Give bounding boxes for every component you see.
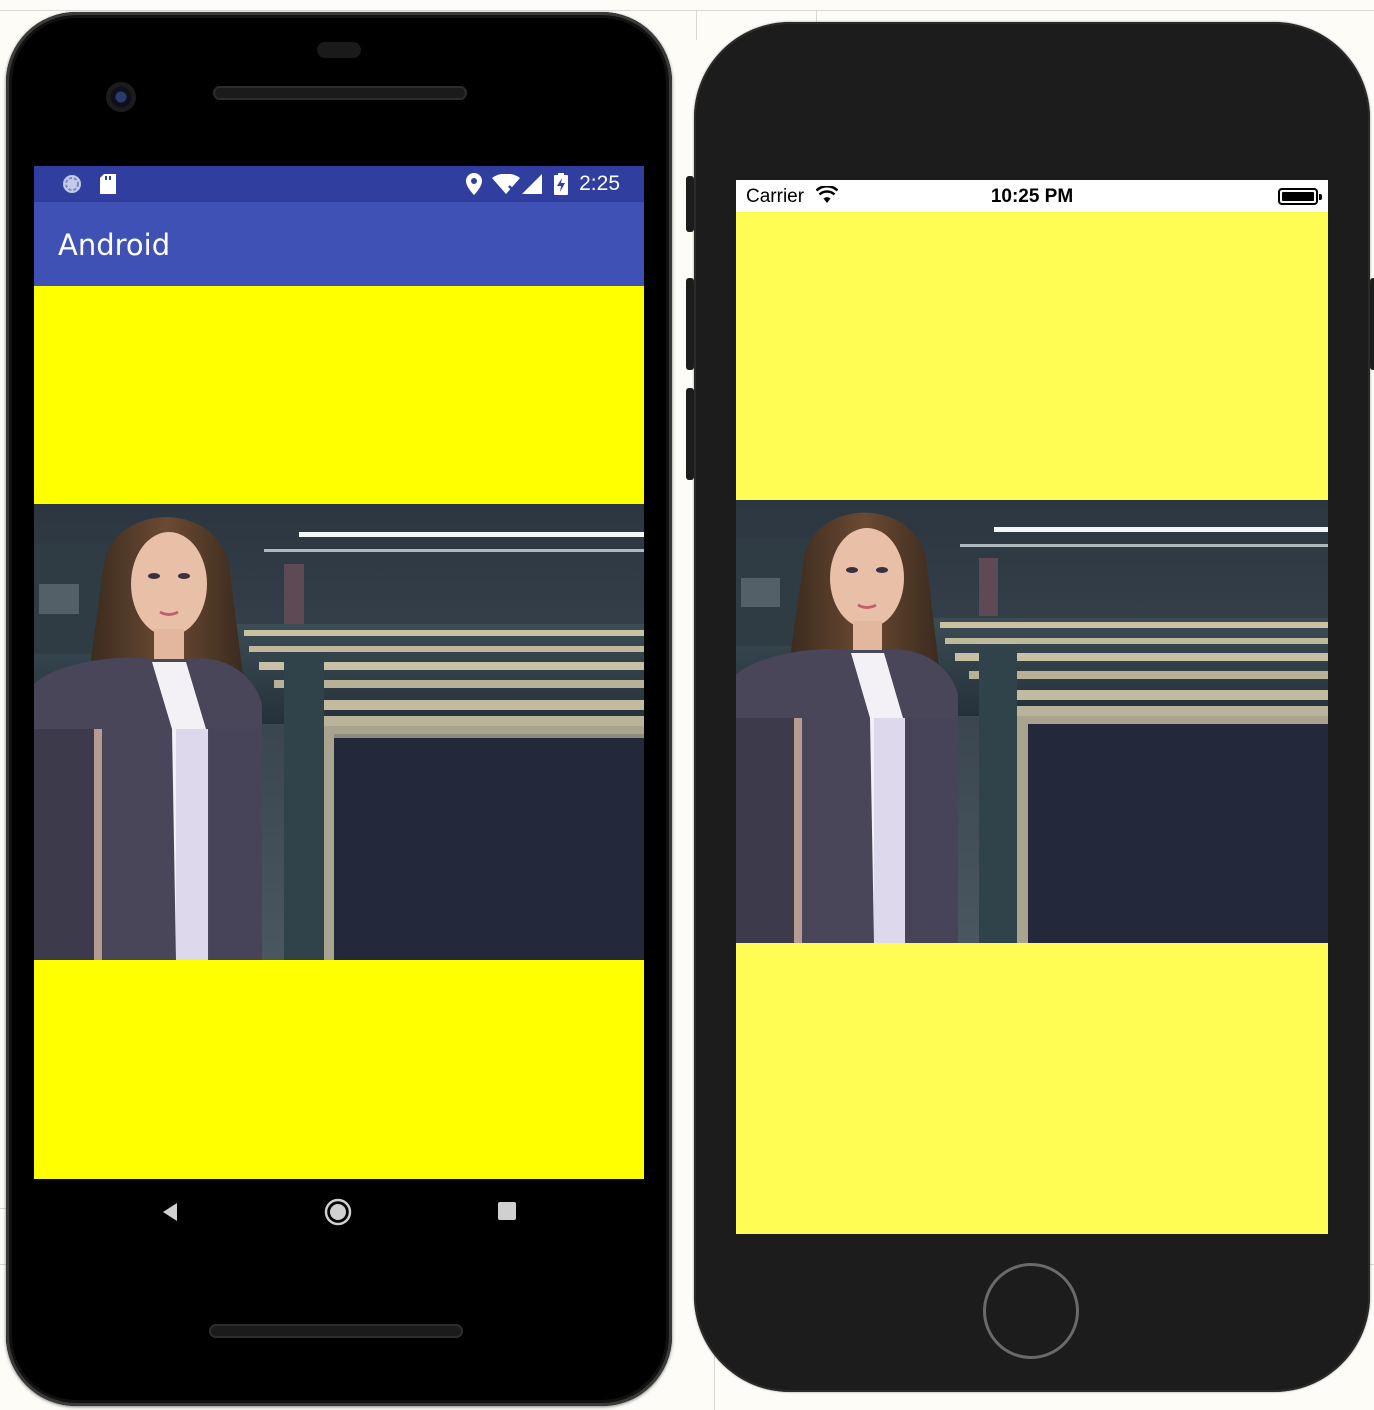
bottom-speaker-grille xyxy=(209,1324,463,1338)
editor-divider xyxy=(696,10,697,40)
power-button xyxy=(1370,278,1374,370)
signal-icon xyxy=(522,174,542,194)
top-speaker-grille xyxy=(213,86,467,100)
front-camera-icon xyxy=(106,82,136,112)
android-screen: 2:25 Android xyxy=(34,166,644,1179)
battery-charging-icon xyxy=(554,173,568,195)
android-status-time: 2:25 xyxy=(579,172,620,195)
ios-simulator: Carrier 10:25 PM xyxy=(686,22,1374,1392)
home-button[interactable] xyxy=(983,1263,1079,1359)
woman-parking-garage-photo xyxy=(736,500,1328,943)
ios-status-bar: Carrier 10:25 PM xyxy=(736,180,1328,212)
location-icon xyxy=(466,173,482,195)
ios-image-view xyxy=(736,500,1328,943)
home-icon[interactable] xyxy=(324,1198,352,1226)
woman-parking-garage-photo xyxy=(34,504,644,960)
android-top-yellow-view xyxy=(34,286,644,504)
battery-icon xyxy=(1278,188,1322,205)
back-icon[interactable] xyxy=(159,1201,181,1223)
volume-down-button xyxy=(686,388,694,480)
ios-status-time: 10:25 PM xyxy=(990,186,1074,207)
android-navigation-bar xyxy=(34,1179,644,1249)
mute-switch xyxy=(686,176,694,232)
pie-icon xyxy=(62,174,82,194)
volume-up-button xyxy=(686,278,694,370)
android-bottom-yellow-view xyxy=(34,960,644,1179)
ios-top-yellow-view xyxy=(736,212,1328,500)
android-image-view xyxy=(34,504,644,960)
ios-screen: Carrier 10:25 PM xyxy=(736,180,1328,1234)
android-emulator: 2:25 Android xyxy=(6,12,672,1406)
wifi-x-icon xyxy=(492,174,520,194)
android-status-bar: 2:25 xyxy=(34,166,644,202)
android-app-bar: Android xyxy=(34,202,644,286)
earpiece-notch xyxy=(317,42,361,58)
sd-card-icon xyxy=(100,174,116,194)
ios-bottom-yellow-view xyxy=(736,943,1328,1234)
recents-icon[interactable] xyxy=(497,1201,517,1221)
editor-divider xyxy=(0,10,1374,11)
android-app-title: Android xyxy=(58,228,171,262)
